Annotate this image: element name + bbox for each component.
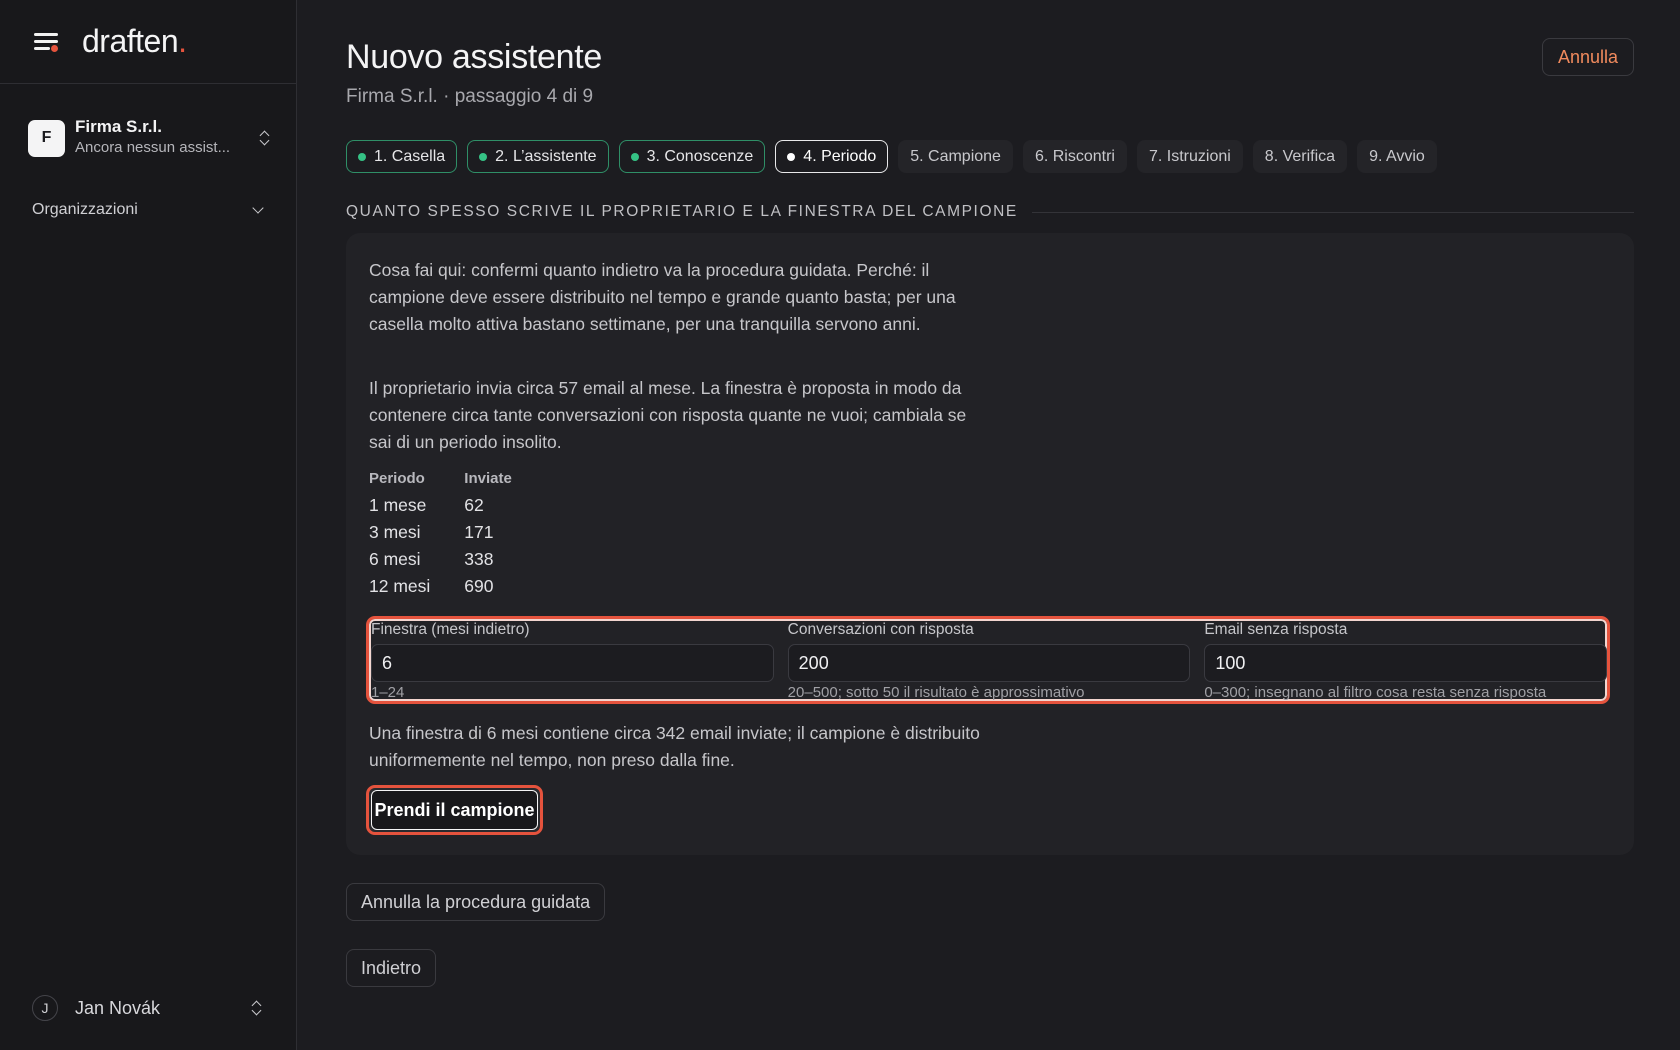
page-subtitle: Firma S.r.l. · passaggio 4 di 9: [346, 86, 594, 107]
table-cell: 1 mese: [369, 495, 427, 515]
unanswered-field-hint: 0–300; insegnano al filtro cosa resta se…: [1204, 684, 1547, 701]
table-cell: 3 mesi: [369, 522, 421, 542]
window-summary-text: Una finestra di 6 mesi contiene circa 34…: [369, 723, 980, 770]
step-9[interactable]: 9. Avvio: [1357, 140, 1437, 173]
replied-conversations-input[interactable]: [787, 644, 1191, 682]
step-3[interactable]: 3. Conoscenze: [618, 140, 766, 173]
chevron-down-icon: [252, 202, 264, 214]
take-sample-button[interactable]: Prendi il campione: [366, 785, 543, 835]
table-header-row: Periodo Inviate: [369, 468, 546, 492]
rate-text: Il proprietario invia circa 57 email al …: [369, 378, 967, 452]
table-cell: 62: [464, 495, 484, 515]
step-8[interactable]: 8. Verifica: [1252, 140, 1348, 173]
user-switcher[interactable]: J Jan Novák: [32, 994, 264, 1022]
window-field: Finestra (mesi indietro) 1–24: [371, 620, 774, 701]
org-subtitle: Ancora nessun assist...: [75, 139, 231, 156]
replied-field: Conversazioni con risposta 20–500; sotto…: [787, 620, 1191, 701]
table-cell: 6 mesi: [369, 549, 421, 569]
section-divider: [1031, 211, 1634, 213]
step-2[interactable]: 2. L’assistente: [467, 140, 609, 173]
table-row: 1 mese 62: [369, 492, 546, 519]
abort-wizard-button[interactable]: Annulla la procedura guidata: [346, 883, 606, 921]
page-title: Nuovo assistente: [346, 38, 603, 76]
step-done-dot-icon: [479, 152, 488, 161]
window-months-input[interactable]: [371, 644, 774, 682]
table-row: 3 mesi 171: [369, 519, 546, 546]
replied-field-hint: 20–500; sotto 50 il risultato è approssi…: [787, 684, 1085, 701]
window-field-hint: 1–24: [371, 684, 405, 701]
sidebar: draften. F Firma S.r.l. Ancora nessun as…: [0, 0, 297, 1050]
section-title: QUANTO SPESSO SCRIVE IL PROPRIETARIO E L…: [346, 203, 1018, 220]
menu-icon[interactable]: [32, 30, 60, 54]
unanswered-field: Email senza risposta 0–300; insegnano al…: [1204, 620, 1608, 701]
table-cell: 690: [464, 576, 494, 596]
step-current-dot-icon: [787, 152, 796, 161]
table-cell: 12 mesi: [369, 576, 431, 596]
window-field-label: Finestra (mesi indietro): [371, 621, 530, 638]
logo: draften.: [82, 23, 187, 59]
step-7[interactable]: 7. Istruzioni: [1136, 140, 1243, 173]
user-avatar: J: [32, 995, 58, 1021]
take-sample-button-label: Prendi il campione: [371, 790, 538, 830]
nav-section-label: Organizzazioni: [32, 201, 138, 218]
user-name: Jan Novák: [75, 997, 161, 1018]
nav-section-organizations[interactable]: Organizzazioni: [32, 198, 264, 222]
step-5[interactable]: 5. Campione: [898, 140, 1013, 173]
back-button[interactable]: Indietro: [346, 949, 437, 987]
column-header-period: Periodo: [369, 469, 425, 487]
table-cell: 171: [464, 522, 494, 542]
chevron-up-down-icon: [250, 999, 264, 1017]
intro-text: Cosa fai qui: confermi quanto indietro v…: [369, 260, 956, 334]
table-row: 6 mesi 338: [369, 546, 546, 573]
period-card: Cosa fai qui: confermi quanto indietro v…: [346, 233, 1634, 855]
brand-bar: draften.: [0, 0, 296, 84]
sent-per-period-table: Periodo Inviate 1 mese 62 3 mesi 171 6 mes…: [369, 468, 546, 600]
step-6[interactable]: 6. Riscontri: [1022, 140, 1127, 173]
wizard-steps: 1. Casella 2. L’assistente 3. Conoscenze…: [346, 140, 1437, 173]
cancel-button[interactable]: Annulla: [1541, 38, 1634, 76]
step-done-dot-icon: [630, 152, 639, 161]
unanswered-field-label: Email senza risposta: [1204, 621, 1348, 638]
step-4-current[interactable]: 4. Periodo: [775, 140, 889, 173]
sample-settings-group: Finestra (mesi indietro) 1–24 Conversazi…: [366, 616, 1610, 704]
org-name: Firma S.r.l.: [75, 117, 162, 136]
section-header: QUANTO SPESSO SCRIVE IL PROPRIETARIO E L…: [346, 203, 1634, 221]
column-header-sent: Inviate: [464, 469, 512, 487]
org-avatar: F: [28, 119, 65, 157]
org-switcher[interactable]: F Firma S.r.l. Ancora nessun assist...: [28, 116, 272, 160]
chevron-up-down-icon: [258, 129, 272, 147]
unanswered-emails-input[interactable]: [1204, 644, 1608, 682]
table-cell: 338: [464, 549, 494, 569]
step-done-dot-icon: [358, 152, 366, 161]
step-1[interactable]: 1. Casella: [346, 140, 458, 173]
replied-field-label: Conversazioni con risposta: [787, 621, 974, 638]
table-row: 12 mesi 690: [369, 573, 546, 600]
